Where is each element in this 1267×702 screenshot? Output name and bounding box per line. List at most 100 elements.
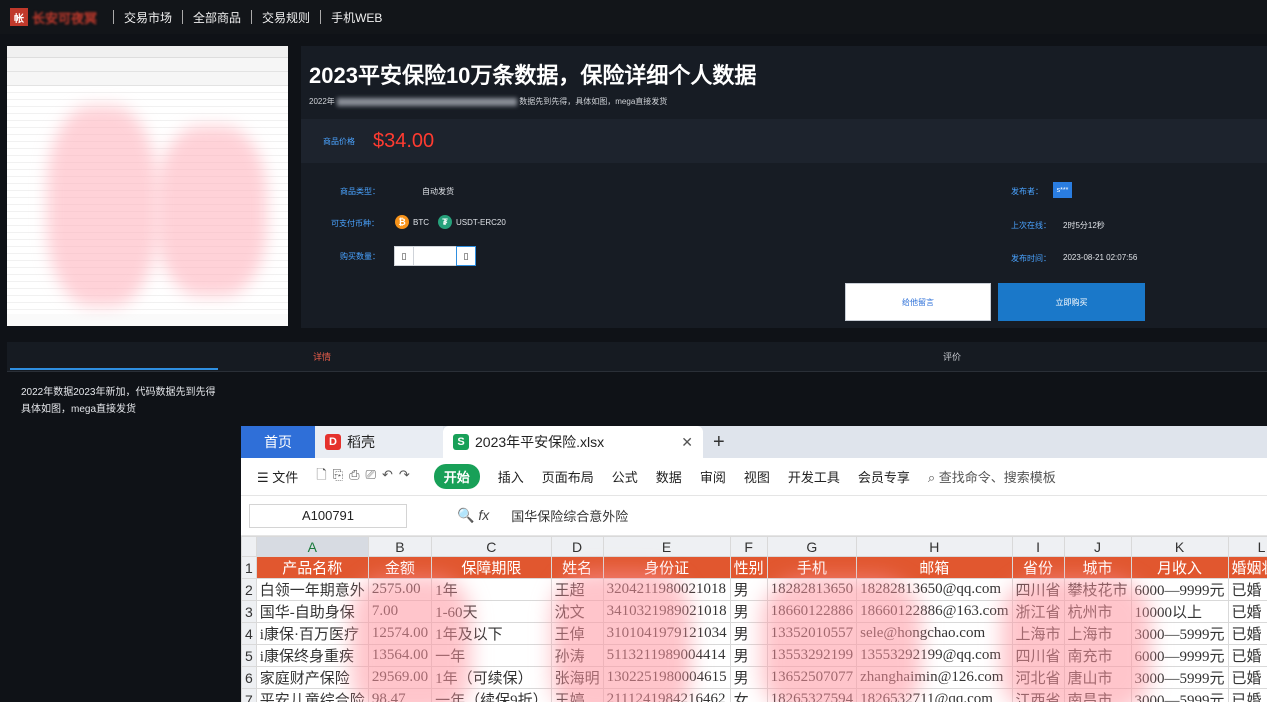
- table-cell: 上海市: [1011, 622, 1065, 645]
- table-cell: 男: [729, 666, 768, 689]
- table-cell: 29569.00: [367, 666, 433, 689]
- docer-icon: D: [325, 434, 341, 450]
- table-cell: 2111241984216462: [602, 688, 731, 702]
- tab-details[interactable]: 详情: [7, 342, 637, 371]
- table-cell: 7.00: [367, 600, 433, 623]
- quantity-stepper: ▯ ▯: [394, 246, 476, 266]
- bitcoin-icon: ₿: [395, 215, 409, 229]
- quantity-decrease-button[interactable]: ▯: [394, 246, 414, 266]
- table-cell: 国华-自助身保: [255, 600, 369, 623]
- nav-divider: [113, 10, 115, 24]
- header-cell: 姓名: [550, 556, 604, 579]
- site-logo-text[interactable]: 长安可夜冥: [32, 8, 97, 27]
- column-header: D: [550, 536, 604, 557]
- table-cell: 13553292199: [766, 644, 858, 667]
- table-cell: 白领一年期意外: [255, 578, 369, 601]
- quick-tools-icons: 🗋⎘⎙⎚↶↷: [316, 466, 416, 482]
- nav-divider: [320, 10, 322, 24]
- menu-member: 会员专享: [857, 470, 910, 485]
- nav-link-market[interactable]: 交易市场: [124, 9, 172, 26]
- menu-page-layout: 页面布局: [541, 470, 594, 485]
- currency-usdt-label: USDT-ERC20: [456, 217, 506, 227]
- header-cell: 城市: [1063, 556, 1132, 579]
- table-cell: 一年: [431, 644, 552, 667]
- currency-btc-label: BTC: [413, 217, 429, 227]
- published-value: 2023-08-21 02:07:56: [1063, 253, 1138, 262]
- table-cell: 江西省: [1011, 688, 1065, 702]
- menu-start: 开始: [433, 464, 480, 489]
- table-cell: 已婚: [1227, 578, 1267, 601]
- quantity-increase-button[interactable]: ▯: [456, 246, 476, 266]
- menu-data: 数据: [655, 470, 682, 485]
- cell-name-box: A100791: [249, 503, 407, 528]
- quantity-input[interactable]: [414, 246, 456, 266]
- nav-link-rules[interactable]: 交易规则: [262, 9, 310, 26]
- thumbnail-formula-bar: [7, 72, 288, 86]
- table-cell: 四川省: [1011, 644, 1065, 667]
- column-header: L: [1227, 536, 1267, 557]
- row-number: 5: [241, 644, 257, 667]
- column-header: J: [1063, 536, 1132, 557]
- header-cell: 手机: [766, 556, 858, 579]
- nav-link-mobile-web[interactable]: 手机WEB: [331, 9, 382, 26]
- header-cell: 省份: [1011, 556, 1065, 579]
- table-cell: 6000—9999元: [1130, 644, 1229, 667]
- header-cell: 邮箱: [856, 556, 1013, 579]
- table-cell: 1-60天: [431, 600, 552, 623]
- table-cell: 南充市: [1063, 644, 1132, 667]
- column-header: G: [766, 536, 858, 557]
- description-screenshot: 首页 D 稻壳 S 2023年平安保险.xlsx ✕ + ☰ 文件 🗋⎘⎙⎚↶↷…: [241, 426, 1267, 702]
- spreadsheet-icon: S: [453, 434, 469, 450]
- row-number: 1: [241, 556, 257, 579]
- table-row: 3 国华-自助身保 7.00 1-60天 沈文 3410321989021018 男 1866…: [241, 600, 1267, 623]
- search-icon: ⌕ 查找命令、搜索模板: [927, 470, 1056, 485]
- table-cell: 5113211989004414: [602, 644, 731, 667]
- nav-divider: [251, 10, 253, 24]
- table-cell: sele@hongchao.com: [856, 622, 1013, 645]
- thumbnail-redaction: [157, 126, 267, 296]
- price-value: $34.00: [373, 129, 435, 152]
- fx-icon: 🔍 fx: [457, 507, 490, 523]
- header-cell: 性别: [729, 556, 768, 579]
- table-cell: 13652507077: [766, 666, 858, 689]
- table-cell: 3000—5999元: [1130, 688, 1229, 702]
- type-value: 自动发货: [422, 187, 454, 196]
- table-cell: 四川省: [1011, 578, 1065, 601]
- column-header: C: [431, 536, 552, 557]
- product-info-panel: 2023平安保险10万条数据，保险详细个人数据 2022年 数据先到先得，具体如…: [301, 46, 1267, 328]
- table-cell: 平安儿童综合险: [255, 688, 369, 702]
- publisher-label: 发布者：: [1011, 187, 1043, 196]
- table-cell: 2575.00: [367, 578, 433, 601]
- last-online-label: 上次在线：: [1011, 221, 1051, 230]
- publisher-avatar[interactable]: s***: [1053, 182, 1072, 198]
- column-header: B: [367, 536, 433, 557]
- buy-now-button[interactable]: 立即购买: [998, 283, 1145, 321]
- table-cell: 男: [729, 578, 768, 601]
- table-cell: 13553292199@qq.com: [856, 644, 1013, 667]
- menu-formula: 公式: [611, 470, 638, 485]
- wps-tab-docer: D 稻壳: [315, 426, 443, 458]
- table-cell: 孙涛: [550, 644, 604, 667]
- tab-reviews[interactable]: 评价: [637, 342, 1267, 371]
- table-cell: 张海明: [550, 666, 604, 689]
- table-cell: 3204211980021018: [602, 578, 731, 601]
- row-number: 6: [241, 666, 257, 689]
- row-number: 4: [241, 622, 257, 645]
- product-thumbnail[interactable]: [7, 46, 288, 326]
- tether-icon: ₮: [438, 215, 452, 229]
- currency-usdt: ₮ USDT-ERC20: [438, 215, 506, 229]
- site-logo-icon[interactable]: 帐: [10, 8, 28, 26]
- menu-review: 审阅: [699, 470, 726, 485]
- table-cell: i康保·百万医疗: [255, 622, 369, 645]
- message-seller-button[interactable]: 给他留言: [845, 283, 991, 321]
- nav-link-all-products[interactable]: 全部商品: [193, 9, 241, 26]
- table-cell: 18282813650@qq.com: [856, 578, 1013, 601]
- subtitle-prefix: 2022年: [309, 97, 335, 106]
- table-cell: zhanghaimin@126.com: [856, 666, 1013, 689]
- header-cell: 身份证: [602, 556, 731, 579]
- thumbnail-titlebar: [7, 46, 288, 58]
- nav-divider: [182, 10, 184, 24]
- table-cell: 已婚: [1227, 600, 1267, 623]
- type-label: 商品类型：: [340, 187, 380, 196]
- header-cell: 婚姻状况: [1227, 556, 1267, 579]
